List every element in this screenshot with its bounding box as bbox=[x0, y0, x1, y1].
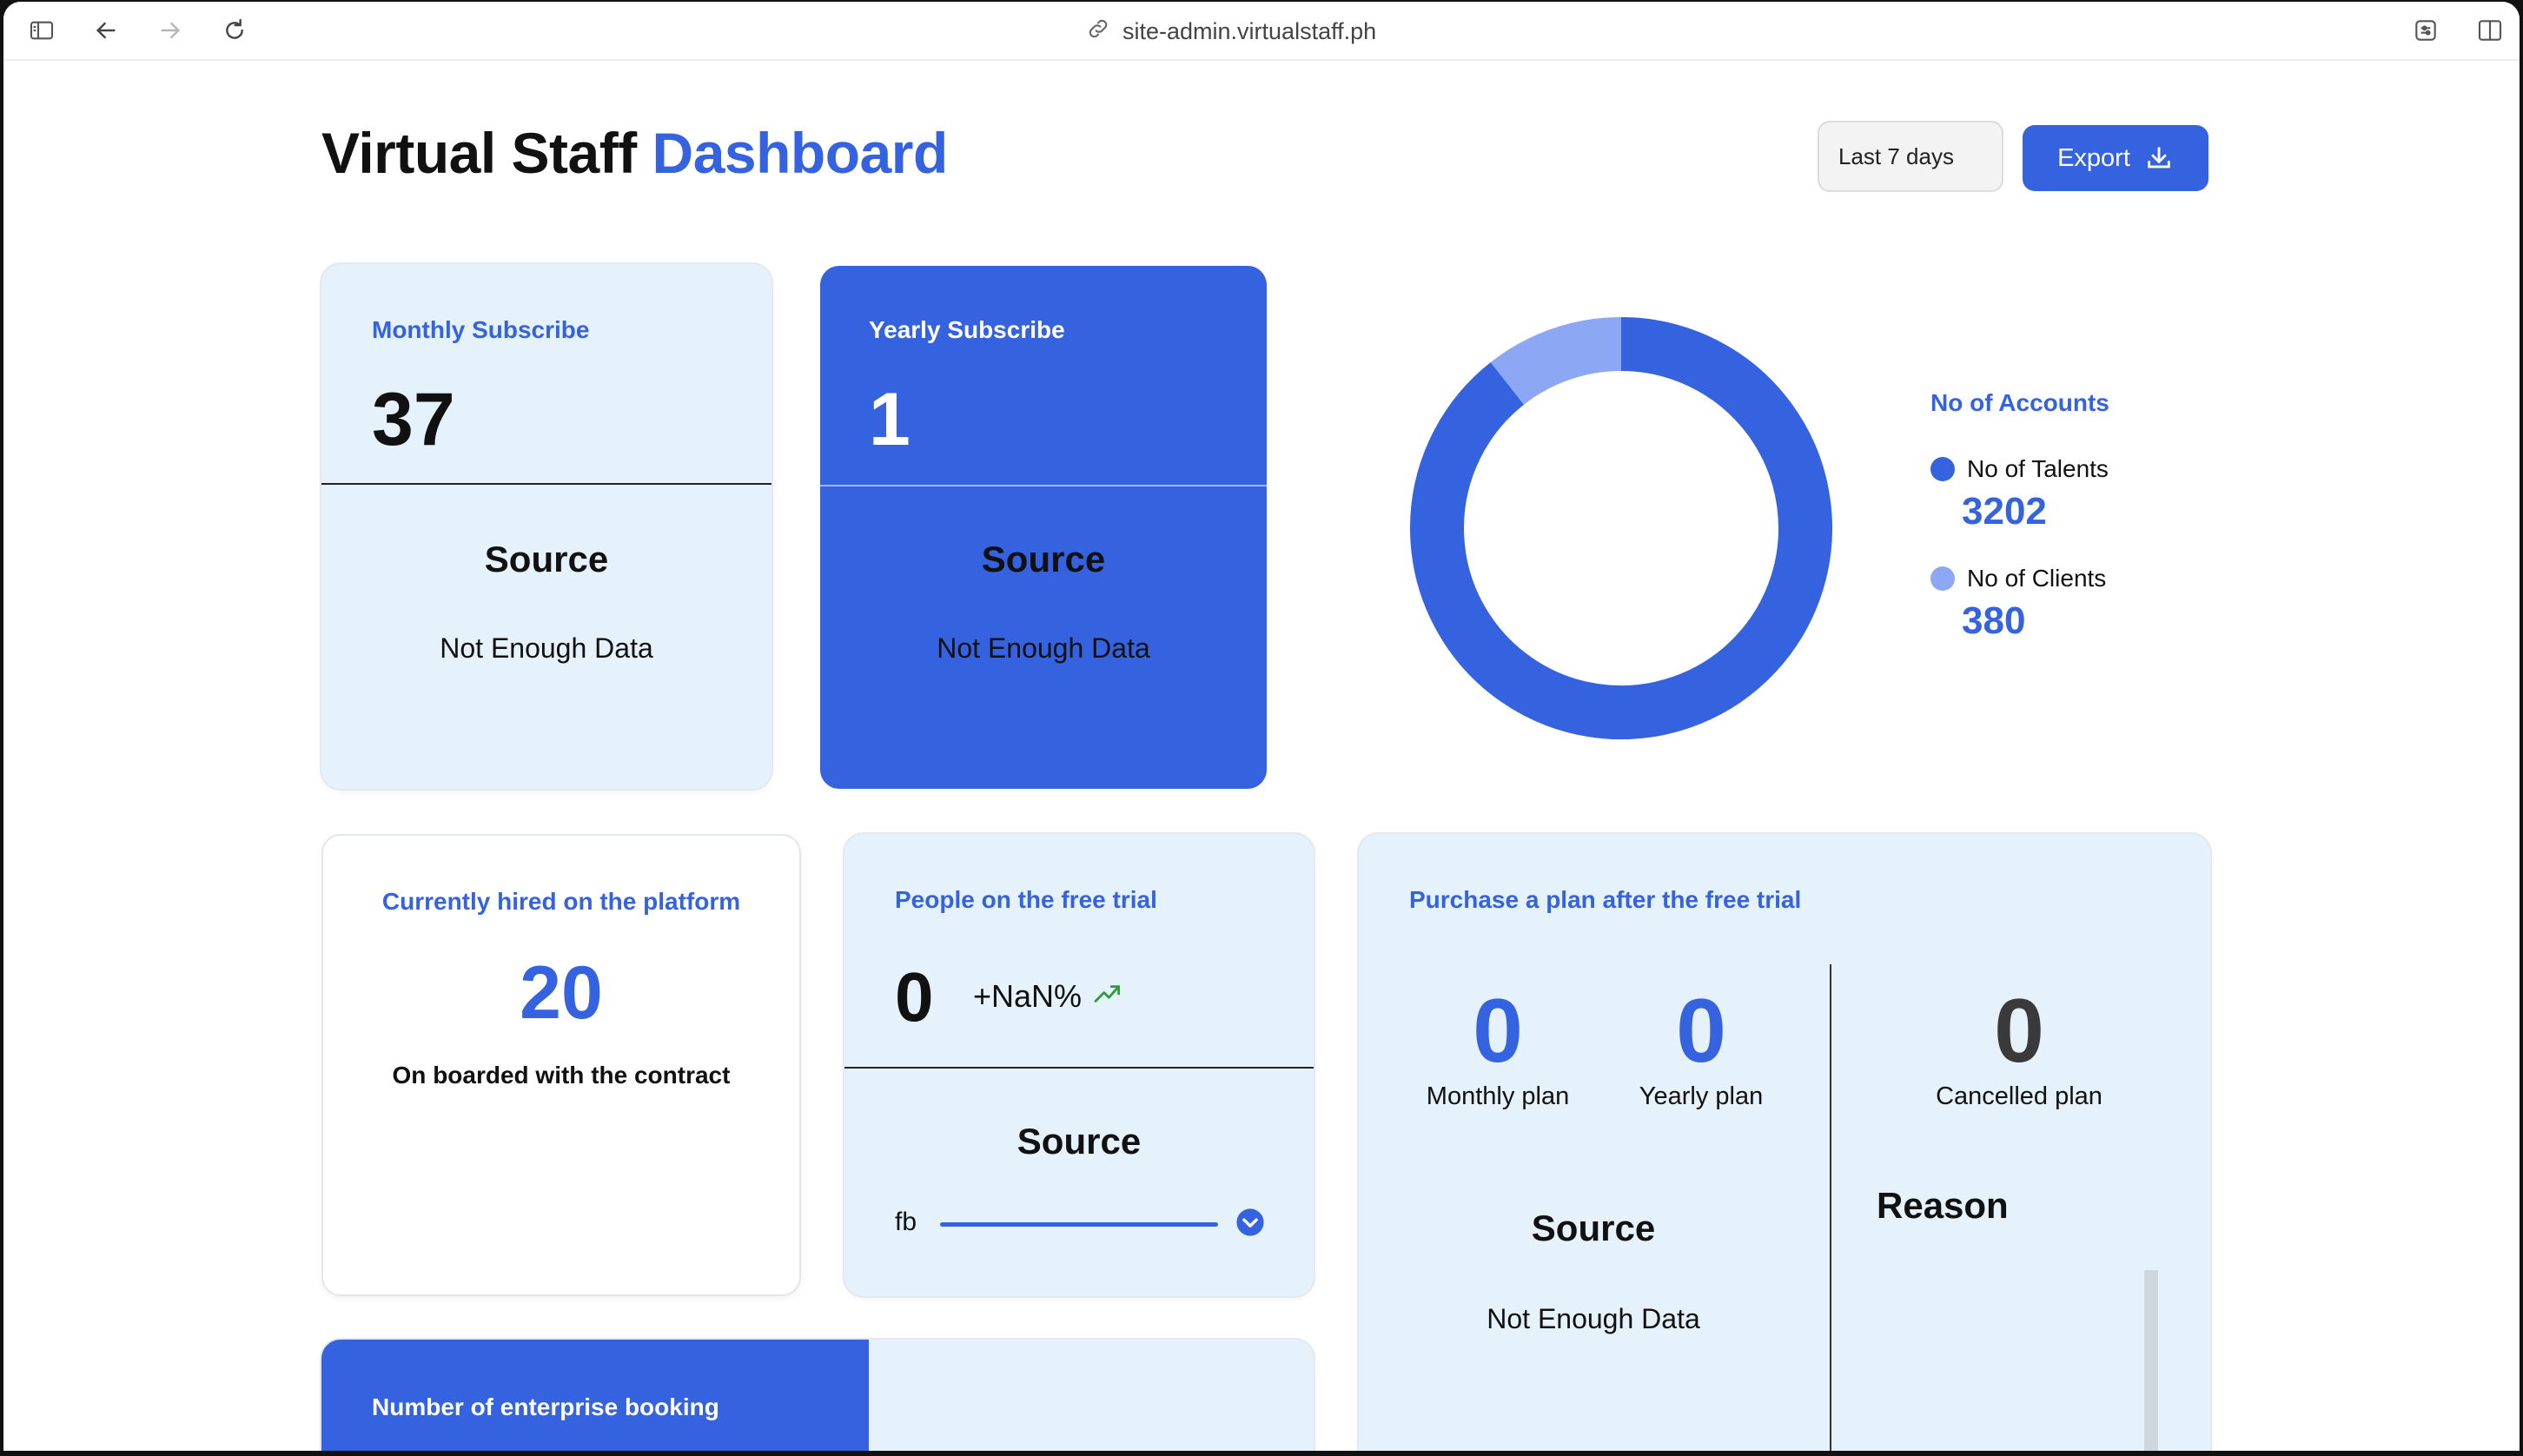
chevron-down-icon[interactable] bbox=[1235, 1208, 1265, 1237]
source-empty-text: Not Enough Data bbox=[440, 632, 653, 664]
download-icon bbox=[2148, 147, 2170, 169]
date-range-select[interactable]: Last 7 days bbox=[1818, 121, 2003, 192]
source-heading: Source bbox=[1531, 1208, 1656, 1248]
trial-change: +NaN% bbox=[973, 978, 1083, 1014]
trend-up-icon bbox=[1094, 985, 1121, 1003]
page-title: Virtual Staff Dashboard bbox=[321, 120, 948, 186]
reason-heading: Reason bbox=[1877, 1185, 2009, 1226]
monthly-plan-label: Monthly plan bbox=[1426, 1082, 1570, 1110]
source-bar bbox=[940, 1222, 1218, 1227]
card-label: Purchase a plan after the free trial bbox=[1409, 886, 1802, 913]
accounts-legend-title: No of Accounts bbox=[1930, 389, 2109, 416]
source-heading: Source bbox=[484, 539, 609, 579]
card-label: Yearly Subscribe bbox=[869, 316, 1065, 343]
source-empty-text: Not Enough Data bbox=[937, 632, 1150, 664]
purchase-plan-card: Purchase a plan after the free trial 0 M… bbox=[1359, 834, 2210, 1451]
talents-value: 3202 bbox=[1962, 490, 2047, 533]
legend-label: No of Talents bbox=[1967, 455, 2109, 482]
yearly-subscribe-value: 1 bbox=[869, 378, 911, 461]
title-main: Virtual Staff bbox=[321, 121, 637, 185]
browser-window: site-admin.virtualstaff.ph Virtual Staff… bbox=[3, 2, 2520, 1451]
monthly-subscribe-value: 37 bbox=[372, 378, 455, 461]
back-arrow-icon[interactable] bbox=[90, 15, 122, 46]
forward-arrow-icon[interactable] bbox=[155, 15, 186, 46]
address-bar[interactable]: site-admin.virtualstaff.ph bbox=[1086, 16, 1376, 47]
donut-slice-no-of-clients[interactable] bbox=[1490, 317, 1622, 406]
legend-item-clients: No of Clients bbox=[1930, 565, 2106, 592]
enterprise-booking-card: Number of enterprise booking bbox=[321, 1340, 1314, 1451]
yearly-subscribe-card: Yearly Subscribe 1 Source Not Enough Dat… bbox=[820, 266, 1267, 789]
browser-toolbar: site-admin.virtualstaff.ph bbox=[3, 2, 2520, 61]
legend-item-talents: No of Talents bbox=[1930, 455, 2109, 483]
divider bbox=[321, 483, 771, 485]
clients-value: 380 bbox=[1962, 599, 2026, 642]
trial-value: 0 bbox=[895, 958, 934, 1036]
link-icon bbox=[1086, 17, 1110, 47]
monthly-plan-value: 0 bbox=[1473, 981, 1523, 1082]
column-divider bbox=[1830, 964, 1831, 1451]
yearly-plan-label: Yearly plan bbox=[1639, 1082, 1764, 1110]
currently-hired-card: Currently hired on the platform 20 On bo… bbox=[321, 834, 801, 1296]
yearly-plan-value: 0 bbox=[1676, 981, 1726, 1082]
legend-dot bbox=[1930, 457, 1955, 481]
scrollbar[interactable] bbox=[2144, 1270, 2158, 1451]
reload-icon[interactable] bbox=[219, 15, 250, 46]
divider bbox=[844, 1067, 1314, 1069]
legend-label: No of Clients bbox=[1967, 565, 2107, 592]
monthly-subscribe-card: Monthly Subscribe 37 Source Not Enough D… bbox=[321, 264, 771, 789]
divider bbox=[820, 485, 1267, 486]
export-button[interactable]: Export bbox=[2023, 125, 2208, 191]
accounts-donut-chart bbox=[1410, 317, 1832, 739]
sidebar-icon[interactable] bbox=[26, 15, 57, 46]
export-label: Export bbox=[2057, 143, 2130, 172]
card-label: People on the free trial bbox=[895, 886, 1157, 913]
split-view-icon[interactable] bbox=[2474, 15, 2506, 46]
card-label: Currently hired on the platform bbox=[381, 888, 741, 915]
legend-dot bbox=[1930, 566, 1955, 591]
title-accent: Dashboard bbox=[652, 121, 949, 185]
source-heading: Source bbox=[1016, 1121, 1142, 1161]
hired-subtext: On boarded with the contract bbox=[392, 1062, 731, 1089]
source-item-label: fb bbox=[895, 1208, 917, 1236]
hired-value: 20 bbox=[520, 951, 603, 1035]
cancelled-plan-label: Cancelled plan bbox=[1936, 1082, 2102, 1110]
url-text: site-admin.virtualstaff.ph bbox=[1122, 17, 1377, 44]
extensions-icon[interactable] bbox=[2410, 15, 2441, 46]
source-empty-text: Not Enough Data bbox=[1487, 1303, 1700, 1334]
donut-slice-no-of-talents[interactable] bbox=[1410, 317, 1832, 739]
card-label: Number of enterprise booking bbox=[372, 1393, 719, 1420]
card-label: Monthly Subscribe bbox=[372, 316, 590, 343]
cancelled-plan-value: 0 bbox=[1994, 981, 2044, 1082]
source-heading: Source bbox=[981, 539, 1106, 579]
